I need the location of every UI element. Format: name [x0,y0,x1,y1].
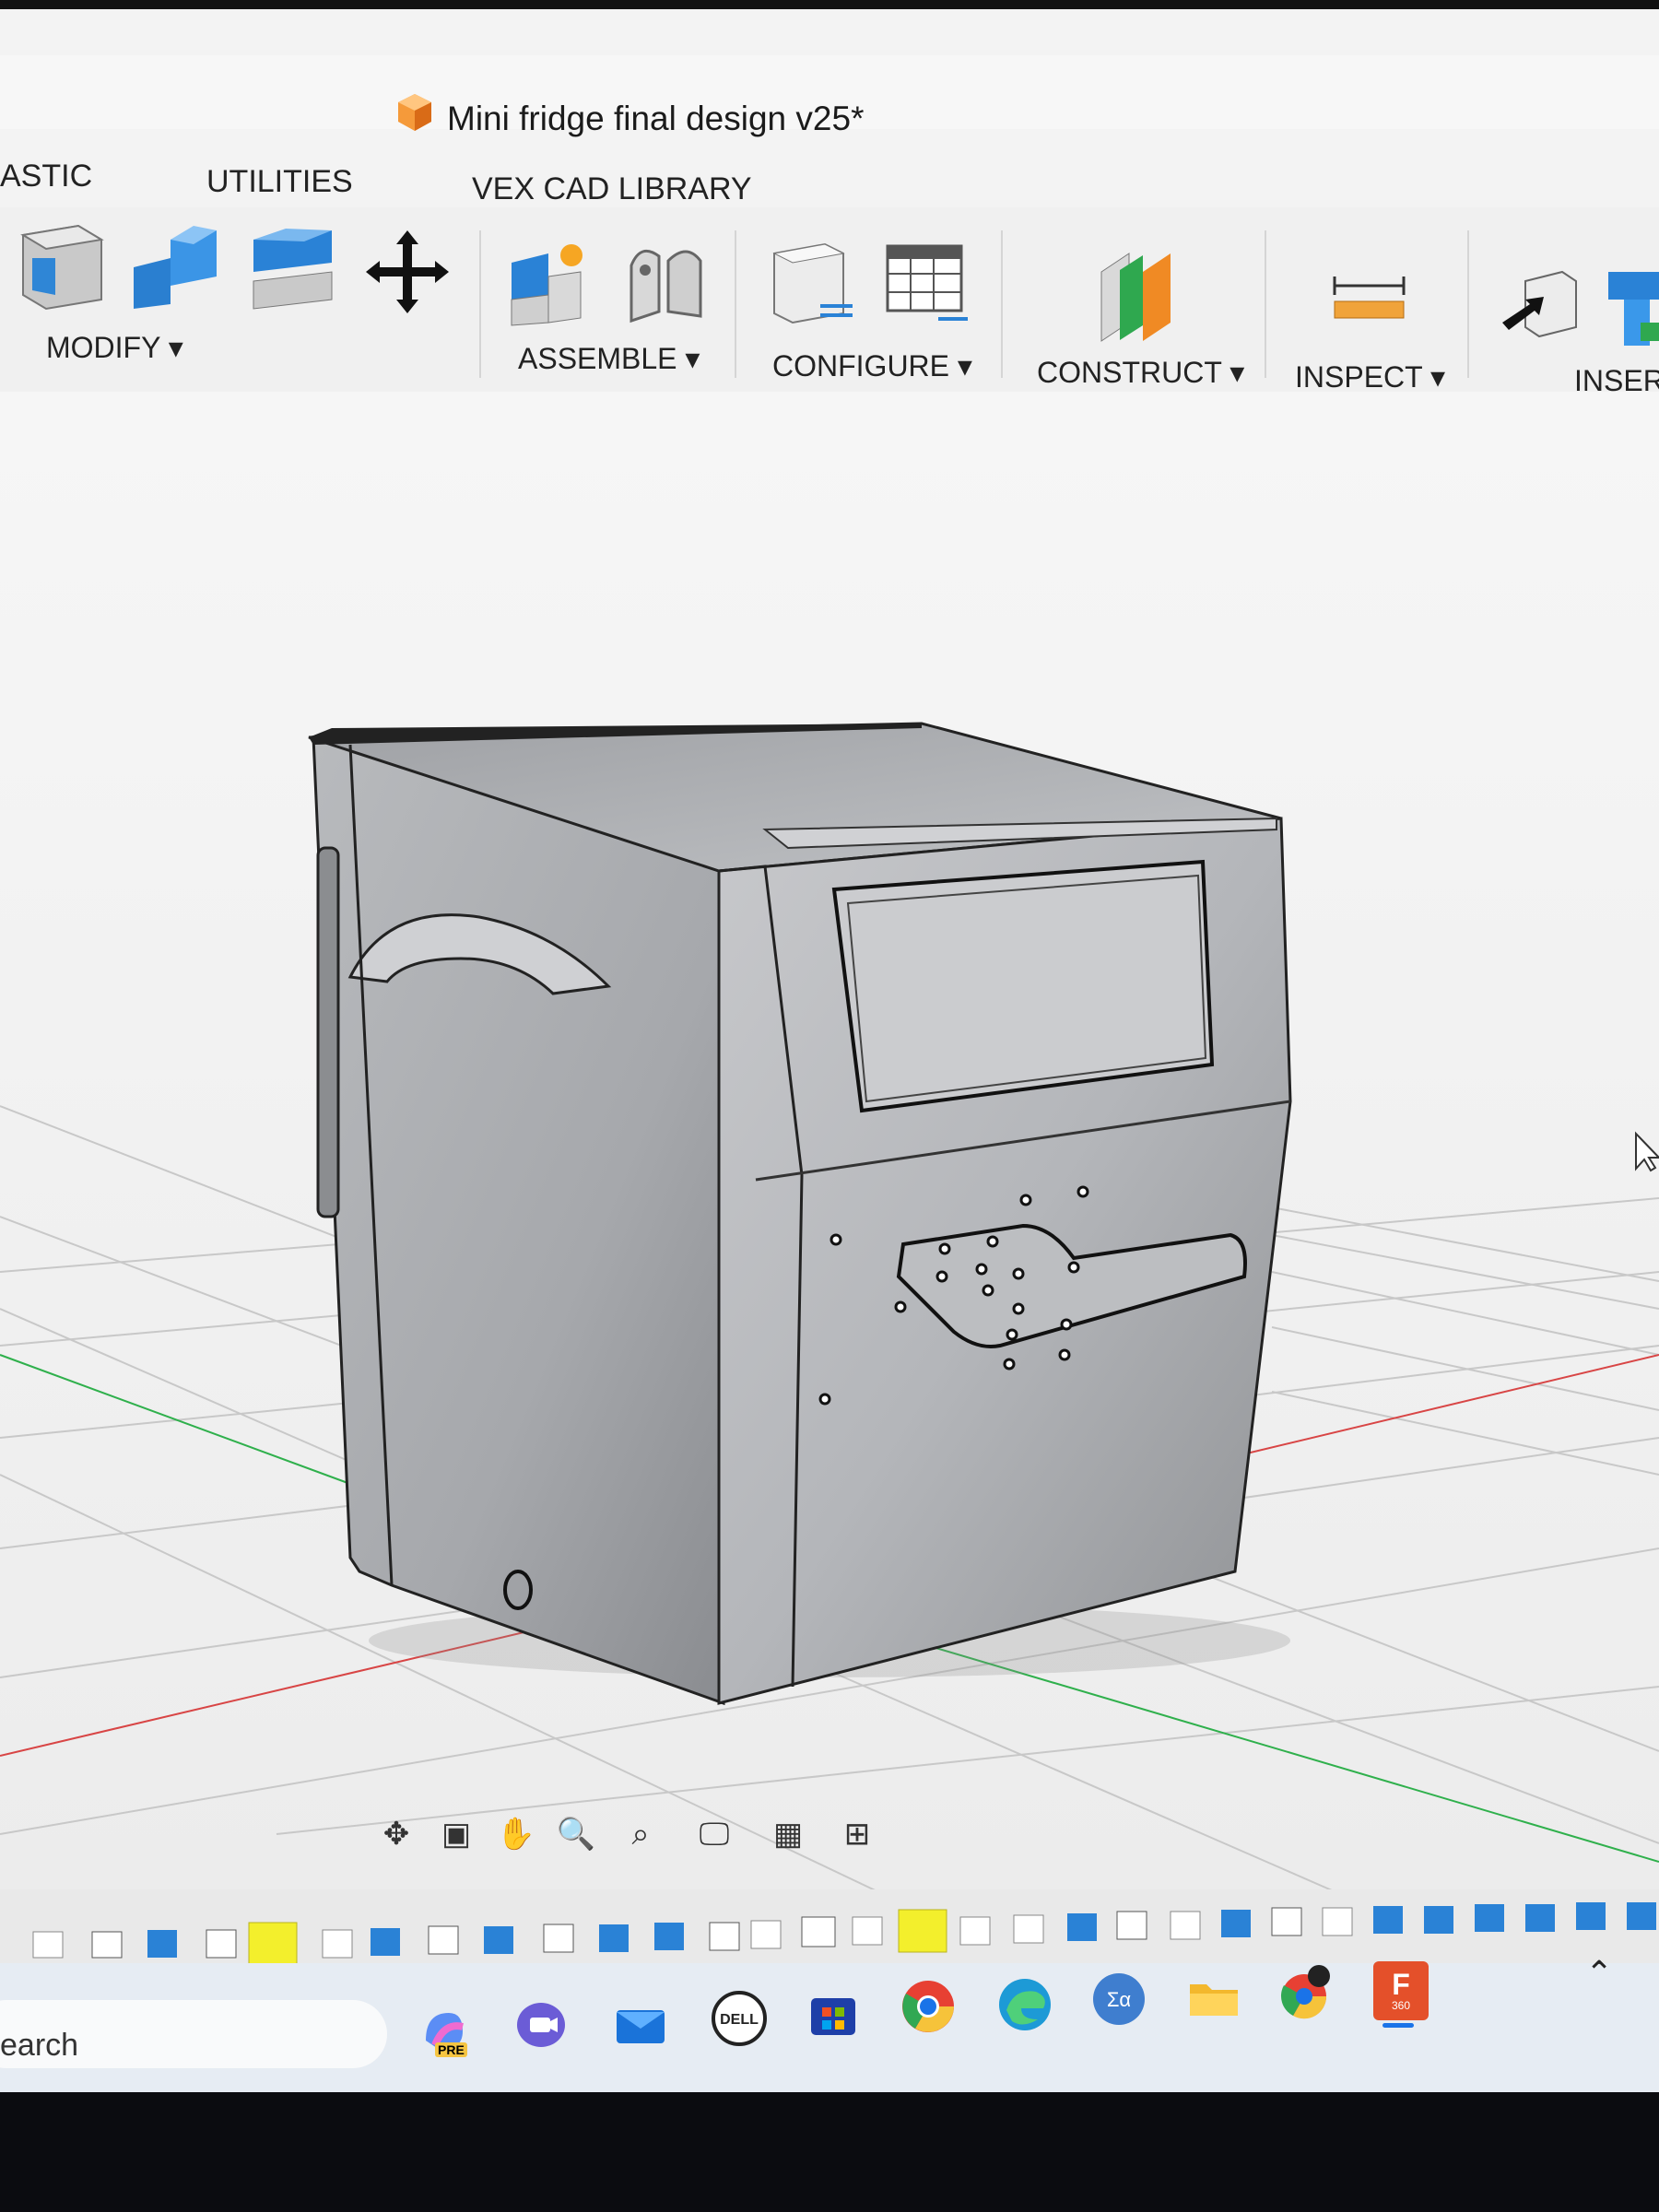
chrome-icon[interactable] [899,1977,958,2036]
3d-viewport[interactable] [0,392,1659,1912]
document-icon [398,94,431,131]
mouse-cursor-icon [1635,1131,1659,1172]
copilot-icon[interactable]: PRE [415,2002,474,2061]
timeline-items [0,1889,1659,1966]
chevron-up-icon[interactable]: ⌃ [1585,1954,1613,1993]
search-label: earch [0,2028,79,2063]
measure-icon[interactable] [1330,272,1408,327]
configure-menu[interactable]: CONFIGURE ▾ [772,348,972,383]
toolbar-divider [479,230,481,378]
shell-icon[interactable] [249,221,336,313]
svg-text:DELL: DELL [720,2012,759,2028]
calculator-icon[interactable]: Σα [1089,1970,1148,2029]
press-pull-icon[interactable] [14,217,106,313]
document-title: Mini fridge final design v25* [447,100,865,137]
file-explorer-icon[interactable] [1184,1968,1243,2027]
teams-icon[interactable] [512,1995,571,2054]
bottom-bezel [0,2092,1659,2212]
inspect-menu[interactable]: INSPECT ▾ [1295,359,1445,394]
insert-derive-icon[interactable] [1498,267,1581,346]
fusion-sublabel: 360 [1391,1999,1411,2012]
configuration-table-icon[interactable] [883,241,971,334]
svg-text:Σα: Σα [1107,1988,1132,2011]
view-navigation-bar: ✥ ▣ ✋ 🔍 ⌕ 🖵 ▦ ⊞ [364,1806,917,1871]
fusion360-icon[interactable]: F 360 [1369,1959,1433,2023]
fusion-label: F [1392,1968,1410,2001]
zoom-icon[interactable]: 🔍 [544,1806,608,1862]
model-canvas[interactable] [0,392,1659,1912]
x-axis-line-back [1234,1354,1659,1457]
orbit-icon[interactable]: ✥ [364,1806,429,1862]
fit-icon[interactable]: ⌕ [608,1806,673,1862]
store-icon[interactable] [804,1983,863,2042]
new-component-icon[interactable] [507,235,594,327]
modify-menu[interactable]: MODIFY ▾ [46,330,183,365]
mail-icon[interactable] [611,1995,670,2054]
look-at-icon[interactable]: ▣ [424,1806,488,1862]
dell-icon[interactable]: DELL [710,1989,769,2048]
tab-utilities[interactable]: UTILITIES [206,164,353,200]
construct-plane-icon[interactable] [1092,244,1184,346]
active-app-indicator [1382,2023,1414,2028]
tab-vex-cad-library[interactable]: VEX CAD LIBRARY [472,171,752,207]
toolbar-divider [1265,230,1266,378]
top-bezel [0,0,1659,9]
copilot-badge: PRE [435,2042,467,2057]
screen: Mini fridge final design v25* ASTIC UTIL… [0,0,1659,2092]
move-icon[interactable] [361,226,453,318]
toolbar-divider [735,230,736,378]
assemble-menu[interactable]: ASSEMBLE ▾ [518,341,700,376]
grid-settings-icon[interactable]: ▦ [756,1806,820,1862]
y-axis-line [0,1354,351,1485]
timeline-feature-icons[interactable] [32,1902,1656,1966]
edge-icon[interactable] [995,1975,1054,2034]
viewports-icon[interactable]: ⊞ [825,1806,889,1862]
toolbar-divider [1001,230,1003,378]
construct-menu[interactable]: CONSTRUCT ▾ [1037,355,1244,390]
pan-icon[interactable]: ✋ [484,1806,548,1862]
display-settings-icon[interactable]: 🖵 [682,1806,747,1862]
toolbar-divider [1467,230,1469,378]
mini-fridge-model[interactable] [308,722,1292,1706]
tab-plastic[interactable]: ASTIC [0,159,92,194]
joint-icon[interactable] [622,238,705,325]
configure-icon[interactable] [770,235,857,327]
chrome-profile-icon[interactable] [1277,1963,1335,2022]
insert-mcmaster-icon[interactable] [1604,267,1659,350]
fillet-icon[interactable] [129,221,221,313]
